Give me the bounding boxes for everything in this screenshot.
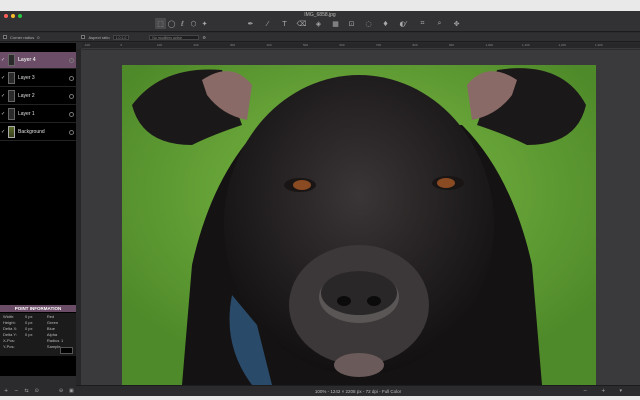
eyedropper-icon[interactable]: ⁄ xyxy=(400,18,411,29)
zoom-icon[interactable]: ⌕ xyxy=(434,18,445,29)
dog-image xyxy=(122,65,596,385)
layer-options-icon[interactable]: ⊙ xyxy=(35,388,39,394)
layer-row[interactable]: ✓ Layer 4 xyxy=(0,52,76,69)
zoom-controls: − + ▾ xyxy=(583,388,622,394)
layer-row[interactable]: ✓ Layer 2 xyxy=(0,88,76,105)
ruler-tick-label: 1,200 xyxy=(558,43,567,47)
layer-options-icon[interactable] xyxy=(69,129,74,135)
gradient-icon[interactable]: ▦ xyxy=(330,18,341,29)
add-layer-icon[interactable]: + xyxy=(4,388,8,394)
gear-icon[interactable]: ⚙ xyxy=(202,35,206,40)
corner-radius-group: Corner radius 0 xyxy=(3,35,39,40)
crop-icon[interactable]: ⌗ xyxy=(417,18,428,29)
pen-icon[interactable]: ✒ xyxy=(245,18,256,29)
corner-radius-checkbox[interactable] xyxy=(3,35,7,39)
ruler-tick-label: 1,300 xyxy=(595,43,603,47)
layer-link-icon[interactable]: ⇆ xyxy=(24,388,28,394)
horizontal-ruler: -100 0 100 200 300 400 500 600 700 800 900 1,000 1,1… xyxy=(82,43,640,49)
document-info: 100% - 1242 × 2208 px - 72 dpi - Full Co… xyxy=(314,389,402,394)
rect-select-icon[interactable]: ⬚ xyxy=(155,18,166,29)
sample-color-swatch[interactable] xyxy=(60,347,73,354)
eraser-icon[interactable]: ⌫ xyxy=(296,18,307,29)
utility-tools: ⁄ ⌗ ⌕ ✥ xyxy=(400,18,462,29)
layer-row[interactable]: ✓ Background xyxy=(0,124,76,141)
ruler-tick-label: 500 xyxy=(303,43,309,47)
aspect-ratio-input[interactable]: 1.0:1.0 xyxy=(112,34,130,40)
layer-options-icon[interactable] xyxy=(69,75,74,81)
visibility-check-icon[interactable]: ✓ xyxy=(1,75,6,81)
ruler-tick-label: 600 xyxy=(339,43,345,47)
tool-options-bar: Corner radius 0 Aspect ratio 1.0:1.0 No … xyxy=(0,33,640,42)
layer-name: Layer 2 xyxy=(18,93,35,99)
point-info-title: POINT INFORMATION xyxy=(0,305,76,312)
layer-thumbnail xyxy=(8,90,15,102)
panel-fwd-icon[interactable]: ▣ xyxy=(69,388,74,394)
dog-photo[interactable] xyxy=(122,65,596,385)
layer-thumbnail xyxy=(8,108,15,120)
layer-options-icon[interactable] xyxy=(69,57,74,63)
aspect-ratio-checkbox[interactable] xyxy=(81,35,86,39)
zoom-out-button[interactable]: − xyxy=(583,388,587,394)
ruler-tick-label: 1,000 xyxy=(485,43,494,47)
fill-icon[interactable]: ◈ xyxy=(313,18,324,29)
move-icon[interactable]: ✥ xyxy=(451,18,462,29)
point-info-k2: Sample xyxy=(46,344,61,349)
layer-thumbnail xyxy=(8,126,15,138)
ruler-tick-label: 100 xyxy=(157,43,163,47)
layer-name: Layer 1 xyxy=(18,111,35,117)
point-info-panel: Width: 0 px Red Height: 0 px Green Delta X: 0 p… xyxy=(0,313,76,356)
layers-footer: + − ⇆ ⊙ ⊖ ▣ xyxy=(0,385,76,396)
drop-icon[interactable]: ♦ xyxy=(380,18,391,29)
ruler-tick-label: 200 xyxy=(193,43,199,47)
ruler-tick-label: 300 xyxy=(230,43,236,47)
ruler-tick-label: -100 xyxy=(84,43,91,47)
layer-name: Background xyxy=(18,129,45,135)
ruler-tick-label: 1,100 xyxy=(522,43,530,47)
brush-icon[interactable]: ⁄ xyxy=(262,18,273,29)
stamp-icon[interactable]: ⊡ xyxy=(346,18,357,29)
layer-row[interactable]: ✓ Layer 1 xyxy=(0,106,76,123)
corner-radius-label: Corner radius xyxy=(10,34,35,40)
point-info-v xyxy=(25,344,47,350)
panel-back-icon[interactable]: ⊖ xyxy=(59,388,63,394)
paint-tools: ✒ ⁄ T ⌫ ◈ ▦ xyxy=(245,18,341,29)
point-info-k: Y-Pos: xyxy=(3,344,15,349)
retouch-tools: ⊡ ◌ ♦ ◐ xyxy=(346,18,408,29)
modifiers-group: No modifiers active ⚙ xyxy=(149,34,206,40)
ruler-tick-label: 800 xyxy=(412,43,418,47)
magic-wand-icon[interactable]: ✦ xyxy=(199,18,210,29)
ruler-tick-label: 400 xyxy=(266,43,272,47)
zoom-in-button[interactable]: + xyxy=(601,388,605,394)
modifiers-status: No modifiers active xyxy=(149,34,200,40)
ruler-tick-label: 900 xyxy=(449,43,455,47)
aspect-ratio-group: Aspect ratio 1.0:1.0 xyxy=(81,34,130,40)
visibility-check-icon[interactable]: ✓ xyxy=(1,129,6,135)
layer-name: Layer 4 xyxy=(18,57,36,63)
lasso-icon[interactable]: ℓ xyxy=(177,18,188,29)
text-tool-icon[interactable]: T xyxy=(279,18,290,29)
visibility-check-icon[interactable]: ✓ xyxy=(1,111,6,117)
status-bar: 100% - 1242 × 2208 px - 72 dpi - Full Co… xyxy=(76,385,640,396)
layer-thumbnail xyxy=(8,72,15,84)
canvas-area[interactable] xyxy=(82,50,640,385)
layer-options-icon[interactable] xyxy=(69,111,74,117)
app-window: IMG_6858.jpg ⬚ ◯ ℓ ⬡ ✦ ✒ ⁄ T ⌫ ◈ ▦ ⊡ ◌ ♦ ◐ ⁄ ⌗ ⌕ ✥ Corn… xyxy=(0,11,640,396)
layer-thumbnail xyxy=(8,54,15,66)
blur-icon[interactable]: ◌ xyxy=(363,18,374,29)
poly-lasso-icon[interactable]: ⬡ xyxy=(188,18,199,29)
layer-name: Layer 3 xyxy=(18,75,35,81)
titlebar: IMG_6858.jpg ⬚ ◯ ℓ ⬡ ✦ ✒ ⁄ T ⌫ ◈ ▦ ⊡ ◌ ♦ ◐ ⁄ ⌗ ⌕ ✥ xyxy=(0,11,640,32)
ruler-tick-label: 700 xyxy=(376,43,382,47)
aspect-ratio-label: Aspect ratio xyxy=(88,34,110,40)
ellipse-select-icon[interactable]: ◯ xyxy=(166,18,177,29)
layer-options-icon[interactable] xyxy=(69,93,74,99)
layer-row[interactable]: ✓ Layer 3 xyxy=(0,70,76,87)
visibility-check-icon[interactable]: ✓ xyxy=(1,93,6,99)
zoom-menu-button[interactable]: ▾ xyxy=(619,388,622,394)
ruler-tick-label: 0 xyxy=(120,43,123,47)
selection-tools: ⬚ ◯ ℓ ⬡ ✦ xyxy=(155,18,210,29)
remove-layer-icon[interactable]: − xyxy=(14,388,18,394)
corner-radius-value[interactable]: 0 xyxy=(37,35,39,40)
visibility-check-icon[interactable]: ✓ xyxy=(1,57,6,63)
